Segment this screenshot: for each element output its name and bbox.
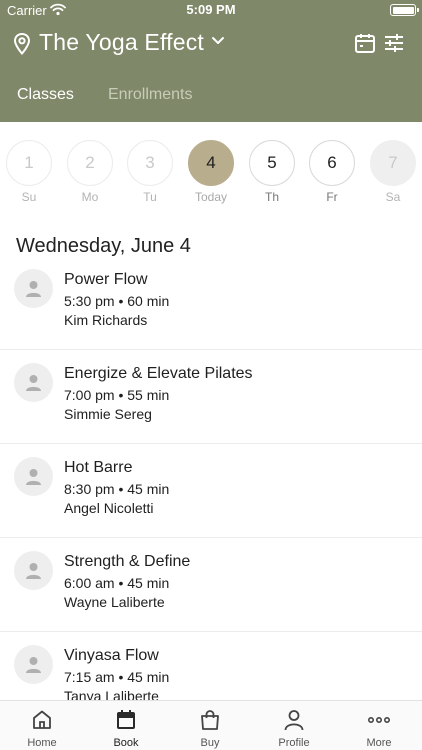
- shopping-bag-icon: [201, 710, 219, 730]
- person-placeholder-icon: [26, 563, 41, 579]
- class-list-item[interactable]: Vinyasa Flow 7:15 am • 45 min Tanya Lali…: [0, 632, 422, 700]
- class-time: 7:00 pm • 55 min: [64, 387, 170, 403]
- person-placeholder-icon: [26, 281, 41, 297]
- avatar: [14, 551, 53, 590]
- class-time: 7:15 am • 45 min: [64, 669, 170, 685]
- day-number: 7: [370, 140, 416, 186]
- tab-bar: Classes Enrollments: [0, 82, 422, 112]
- day-number: 6: [309, 140, 355, 186]
- calendar-icon: [117, 710, 135, 729]
- day-picker: 1 Su 2 Mo 3 Tu 4 Today 5 Th 6 Fr 7 Sa: [0, 140, 422, 210]
- avatar: [14, 645, 53, 684]
- day-item[interactable]: 1 Su: [5, 140, 53, 210]
- class-name: Hot Barre: [64, 459, 133, 476]
- day-label: Fr: [326, 190, 338, 204]
- calendar-icon[interactable]: [354, 32, 376, 54]
- day-number: 5: [249, 140, 295, 186]
- class-list-item[interactable]: Hot Barre 8:30 pm • 45 min Angel Nicolet…: [0, 444, 422, 538]
- day-number: 2: [67, 140, 113, 186]
- day-item[interactable]: 7 Sa: [369, 140, 417, 210]
- day-item[interactable]: 6 Fr: [308, 140, 356, 210]
- nav-label: More: [366, 737, 392, 749]
- day-number: 4: [188, 140, 234, 186]
- filter-sliders-icon[interactable]: [383, 32, 405, 54]
- day-label: Mo: [81, 190, 99, 204]
- day-item-today[interactable]: 4 Today: [187, 140, 235, 210]
- class-name: Strength & Define: [64, 553, 191, 570]
- date-heading: Wednesday, June 4: [16, 235, 191, 257]
- person-placeholder-icon: [26, 657, 41, 673]
- nav-buy[interactable]: Buy: [168, 701, 252, 750]
- day-item[interactable]: 2 Mo: [66, 140, 114, 210]
- class-time: 8:30 pm • 45 min: [64, 481, 170, 497]
- person-placeholder-icon: [26, 469, 41, 485]
- status-bar: Carrier 5:09 PM: [0, 0, 422, 20]
- class-list-item[interactable]: Power Flow 5:30 pm • 60 min Kim Richards: [0, 256, 422, 350]
- more-dots-icon: [367, 717, 390, 724]
- title-bar: The Yoga Effect: [0, 24, 422, 64]
- nav-label: Home: [27, 737, 57, 749]
- class-instructor: Simmie Sereg: [64, 406, 152, 422]
- class-name: Power Flow: [64, 271, 148, 288]
- studio-title[interactable]: The Yoga Effect: [39, 29, 204, 56]
- bottom-nav: Home Book Buy Profile More: [0, 700, 422, 750]
- class-list: Power Flow 5:30 pm • 60 min Kim Richards…: [0, 256, 422, 700]
- nav-more[interactable]: More: [336, 701, 422, 750]
- chevron-down-icon[interactable]: [211, 36, 225, 46]
- person-icon: [284, 710, 304, 731]
- avatar: [14, 457, 53, 496]
- class-list-item[interactable]: Strength & Define 6:00 am • 45 min Wayne…: [0, 538, 422, 632]
- app-header: Carrier 5:09 PM The Yoga Effect Classes …: [0, 0, 422, 122]
- class-instructor: Tanya Laliberte: [64, 688, 159, 700]
- day-item[interactable]: 3 Tu: [126, 140, 174, 210]
- day-number: 3: [127, 140, 173, 186]
- nav-label: Buy: [200, 737, 220, 749]
- nav-book[interactable]: Book: [84, 701, 168, 750]
- tab-classes[interactable]: Classes: [17, 86, 74, 104]
- nav-profile[interactable]: Profile: [252, 701, 336, 750]
- class-name: Vinyasa Flow: [64, 647, 159, 664]
- class-instructor: Kim Richards: [64, 312, 148, 328]
- day-label: Su: [21, 190, 37, 204]
- day-label: Th: [264, 190, 279, 204]
- class-instructor: Angel Nicoletti: [64, 500, 154, 516]
- class-time: 6:00 am • 45 min: [64, 575, 170, 591]
- avatar: [14, 363, 53, 402]
- home-icon: [33, 710, 51, 729]
- day-number: 1: [6, 140, 52, 186]
- class-name: Energize & Elevate Pilates: [64, 365, 253, 382]
- day-item[interactable]: 5 Th: [248, 140, 296, 210]
- day-label: Sa: [385, 190, 401, 204]
- tab-enrollments[interactable]: Enrollments: [108, 86, 192, 104]
- class-time: 5:30 pm • 60 min: [64, 293, 170, 309]
- avatar: [14, 269, 53, 308]
- day-label: Tu: [143, 190, 157, 204]
- status-time: 5:09 PM: [186, 2, 236, 17]
- class-instructor: Wayne Laliberte: [64, 594, 165, 610]
- nav-label: Book: [113, 737, 139, 749]
- battery-icon: [390, 4, 419, 16]
- nav-home[interactable]: Home: [0, 701, 84, 750]
- class-list-item[interactable]: Energize & Elevate Pilates 7:00 pm • 55 …: [0, 350, 422, 444]
- nav-label: Profile: [278, 737, 310, 749]
- location-pin-icon[interactable]: [12, 32, 32, 56]
- person-placeholder-icon: [26, 375, 41, 391]
- day-label: Today: [194, 190, 228, 204]
